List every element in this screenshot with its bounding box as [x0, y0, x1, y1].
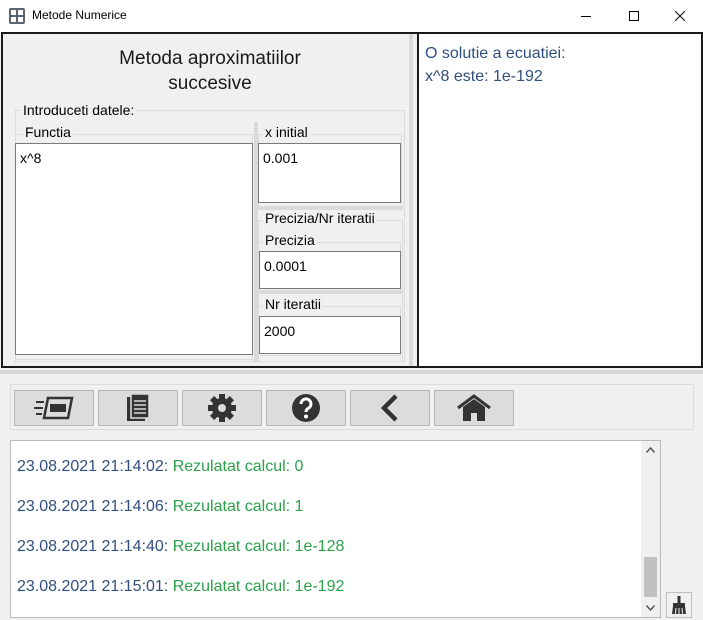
log-list[interactable]: 23.08.2021 21:14:02: Rezulatat calcul: 0… — [10, 440, 661, 618]
iterations-input[interactable]: 2000 — [259, 316, 401, 354]
method-title-line2: succesive — [168, 73, 252, 94]
minimize-button[interactable] — [563, 0, 609, 32]
precision-label: Precizia — [263, 232, 317, 248]
precision-iterations-label: Precizia/Nr iteratii — [263, 210, 377, 226]
function-label: Functia — [23, 124, 73, 140]
back-button[interactable] — [350, 390, 430, 426]
x-initial-input[interactable]: 0.001 — [258, 143, 401, 203]
log-timestamp: 23.08.2021 21:14:40: — [17, 538, 169, 555]
panel-splitter[interactable] — [409, 34, 413, 366]
window-title: Metode Numerice — [32, 8, 127, 22]
horizontal-splitter-2[interactable] — [258, 290, 403, 294]
main-splitter[interactable] — [0, 370, 703, 374]
home-button[interactable] — [434, 390, 514, 426]
log-entry: 23.08.2021 21:14:02: Rezulatat calcul: 0 — [17, 458, 303, 476]
log-message: Rezulatat calcul: 1 — [172, 498, 304, 515]
home-icon — [457, 394, 491, 421]
broom-icon — [672, 596, 686, 615]
minimize-icon — [581, 16, 591, 17]
help-icon — [292, 394, 320, 422]
input-group-label: Introduceti datele: — [21, 102, 137, 118]
log-entry: 23.08.2021 21:15:01: Rezulatat calcul: 1… — [17, 578, 344, 596]
log-message: Rezulatat calcul: 1e-128 — [172, 538, 345, 555]
input-panel: Metoda aproximatiilor succesive Introduc… — [1, 32, 703, 368]
help-button[interactable] — [266, 390, 346, 426]
back-icon — [380, 394, 398, 422]
clear-log-button[interactable] — [666, 592, 692, 618]
method-title: Metoda aproximatiilor succesive — [3, 46, 417, 96]
calculate-button[interactable] — [14, 390, 94, 426]
gear-icon — [208, 394, 236, 422]
precision-input[interactable]: 0.0001 — [259, 251, 401, 289]
run-icon — [34, 396, 74, 420]
log-timestamp: 23.08.2021 21:14:06: — [17, 498, 169, 515]
maximize-button[interactable] — [611, 0, 657, 32]
result-pane: O solutie a ecuatiei: x^8 este: 1e-192 — [417, 34, 701, 366]
document-icon — [127, 393, 150, 421]
log-message: Rezulatat calcul: 0 — [172, 458, 304, 475]
log-message: Rezulatat calcul: 1e-192 — [172, 578, 345, 595]
app-icon — [9, 8, 25, 24]
log-entry: 23.08.2021 21:14:40: Rezulatat calcul: 1… — [17, 538, 344, 556]
result-line2: x^8 este: 1e-192 — [425, 68, 543, 85]
settings-button[interactable] — [182, 390, 262, 426]
x-initial-label: x initial — [263, 124, 310, 140]
method-title-line1: Metoda aproximatiilor — [119, 48, 301, 69]
iterations-label: Nr iteratii — [263, 296, 324, 312]
close-button[interactable] — [657, 0, 703, 32]
result-line1: O solutie a ecuatiei: — [425, 45, 566, 62]
title-bar[interactable]: Metode Numerice — [0, 0, 703, 32]
function-input[interactable]: x^8 — [15, 143, 253, 355]
log-entry: 23.08.2021 21:14:06: Rezulatat calcul: 1 — [17, 498, 303, 516]
log-scroll-thumb[interactable] — [644, 557, 657, 597]
report-button[interactable] — [98, 390, 178, 426]
close-icon — [674, 10, 686, 22]
log-timestamp: 23.08.2021 21:15:01: — [17, 578, 169, 595]
scroll-up-icon[interactable] — [646, 447, 655, 453]
log-timestamp: 23.08.2021 21:14:02: — [17, 458, 169, 475]
scroll-down-icon[interactable] — [646, 605, 655, 611]
maximize-icon — [629, 11, 639, 21]
